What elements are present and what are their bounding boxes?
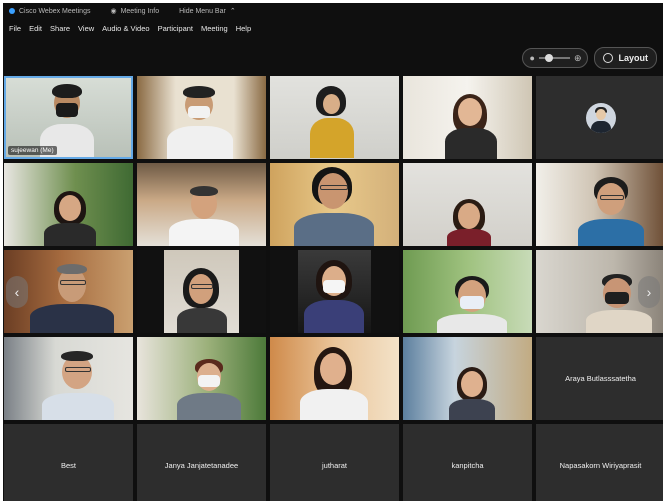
video-tile[interactable] — [270, 250, 399, 333]
avatar — [585, 102, 616, 133]
layout-button[interactable]: Layout — [594, 47, 657, 69]
participant-name: kanpitcha — [451, 461, 484, 470]
view-controls: ● ⊕ Layout — [522, 47, 657, 69]
layout-icon — [603, 53, 614, 63]
video-tile-name-only[interactable]: jutharat — [270, 424, 399, 501]
video-tile[interactable] — [137, 76, 266, 159]
zoom-knob[interactable] — [544, 54, 553, 62]
menu-bar: File Edit Share View Audio & Video Parti… — [3, 21, 253, 35]
video-grid: sujeewan (Me) Araya Butlasssatetha Best … — [4, 76, 663, 501]
zoom-in-icon[interactable]: ⊕ — [574, 53, 582, 64]
video-tile-name-only[interactable]: Best — [4, 424, 133, 501]
info-icon: ◉ — [110, 8, 117, 15]
video-tile-name-only[interactable]: kanpitcha — [403, 424, 532, 501]
meeting-info-button[interactable]: ◉ Meeting Info — [110, 7, 160, 16]
hide-menu-bar-label: Hide Menu Bar — [179, 7, 226, 15]
video-tile[interactable] — [403, 76, 532, 159]
zoom-out-icon[interactable]: ● — [529, 53, 534, 63]
video-tile[interactable] — [403, 337, 532, 420]
menu-participant[interactable]: Participant — [158, 24, 193, 33]
menu-view[interactable]: View — [78, 24, 94, 33]
video-tile-name-only[interactable]: Janya Janjatetanadee — [137, 424, 266, 501]
video-tile[interactable] — [536, 163, 663, 246]
menu-meeting[interactable]: Meeting — [201, 24, 228, 33]
participant-name: Best — [60, 461, 76, 470]
video-tile[interactable] — [270, 337, 399, 420]
app-title-text: Cisco Webex Meetings — [19, 7, 91, 15]
menu-file[interactable]: File — [9, 24, 21, 33]
self-name-label: sujeewan (Me) — [8, 146, 57, 155]
video-tile-avatar[interactable] — [536, 76, 663, 159]
participant-name: jutharat — [321, 461, 348, 470]
menu-help[interactable]: Help — [236, 24, 251, 33]
video-tile[interactable] — [270, 163, 399, 246]
video-tile-name-only[interactable]: Araya Butlasssatetha — [536, 337, 663, 420]
menu-share[interactable]: Share — [50, 24, 70, 33]
layout-label: Layout — [618, 53, 648, 63]
video-tile[interactable] — [403, 163, 532, 246]
hide-menu-bar-button[interactable]: Hide Menu Bar ⌃ — [179, 7, 236, 16]
meeting-info-label: Meeting Info — [120, 7, 160, 15]
video-tile[interactable] — [4, 163, 133, 246]
participant-name: Janya Janjatetanadee — [164, 461, 239, 470]
menu-edit[interactable]: Edit — [29, 24, 42, 33]
participant-name: Araya Butlasssatetha — [565, 374, 636, 383]
video-tile[interactable] — [4, 337, 133, 420]
video-tile-self[interactable]: sujeewan (Me) — [4, 76, 133, 159]
video-tile[interactable] — [270, 76, 399, 159]
webex-meeting-window: Cisco Webex Meetings ◉ Meeting Info Hide… — [3, 3, 663, 501]
menu-audio-video[interactable]: Audio & Video — [102, 24, 149, 33]
chevron-right-icon: › — [646, 284, 652, 300]
webex-logo-icon — [9, 8, 15, 14]
video-tile[interactable] — [403, 250, 532, 333]
zoom-slider[interactable]: ● ⊕ — [522, 48, 589, 68]
title-bar: Cisco Webex Meetings ◉ Meeting Info Hide… — [3, 3, 663, 19]
previous-page-button[interactable]: ‹ — [6, 276, 28, 308]
video-tile[interactable] — [137, 250, 266, 333]
app-title: Cisco Webex Meetings — [9, 8, 90, 15]
next-page-button[interactable]: › — [638, 276, 660, 308]
video-tile-name-only[interactable]: Napasakorn Wiriyaprasit — [536, 424, 663, 501]
chevron-left-icon: ‹ — [14, 284, 20, 300]
chevron-up-icon: ⌃ — [229, 8, 236, 15]
zoom-track[interactable] — [538, 54, 570, 62]
video-tile[interactable] — [137, 163, 266, 246]
video-tile[interactable] — [137, 337, 266, 420]
participant-name: Napasakorn Wiriyaprasit — [559, 461, 642, 470]
